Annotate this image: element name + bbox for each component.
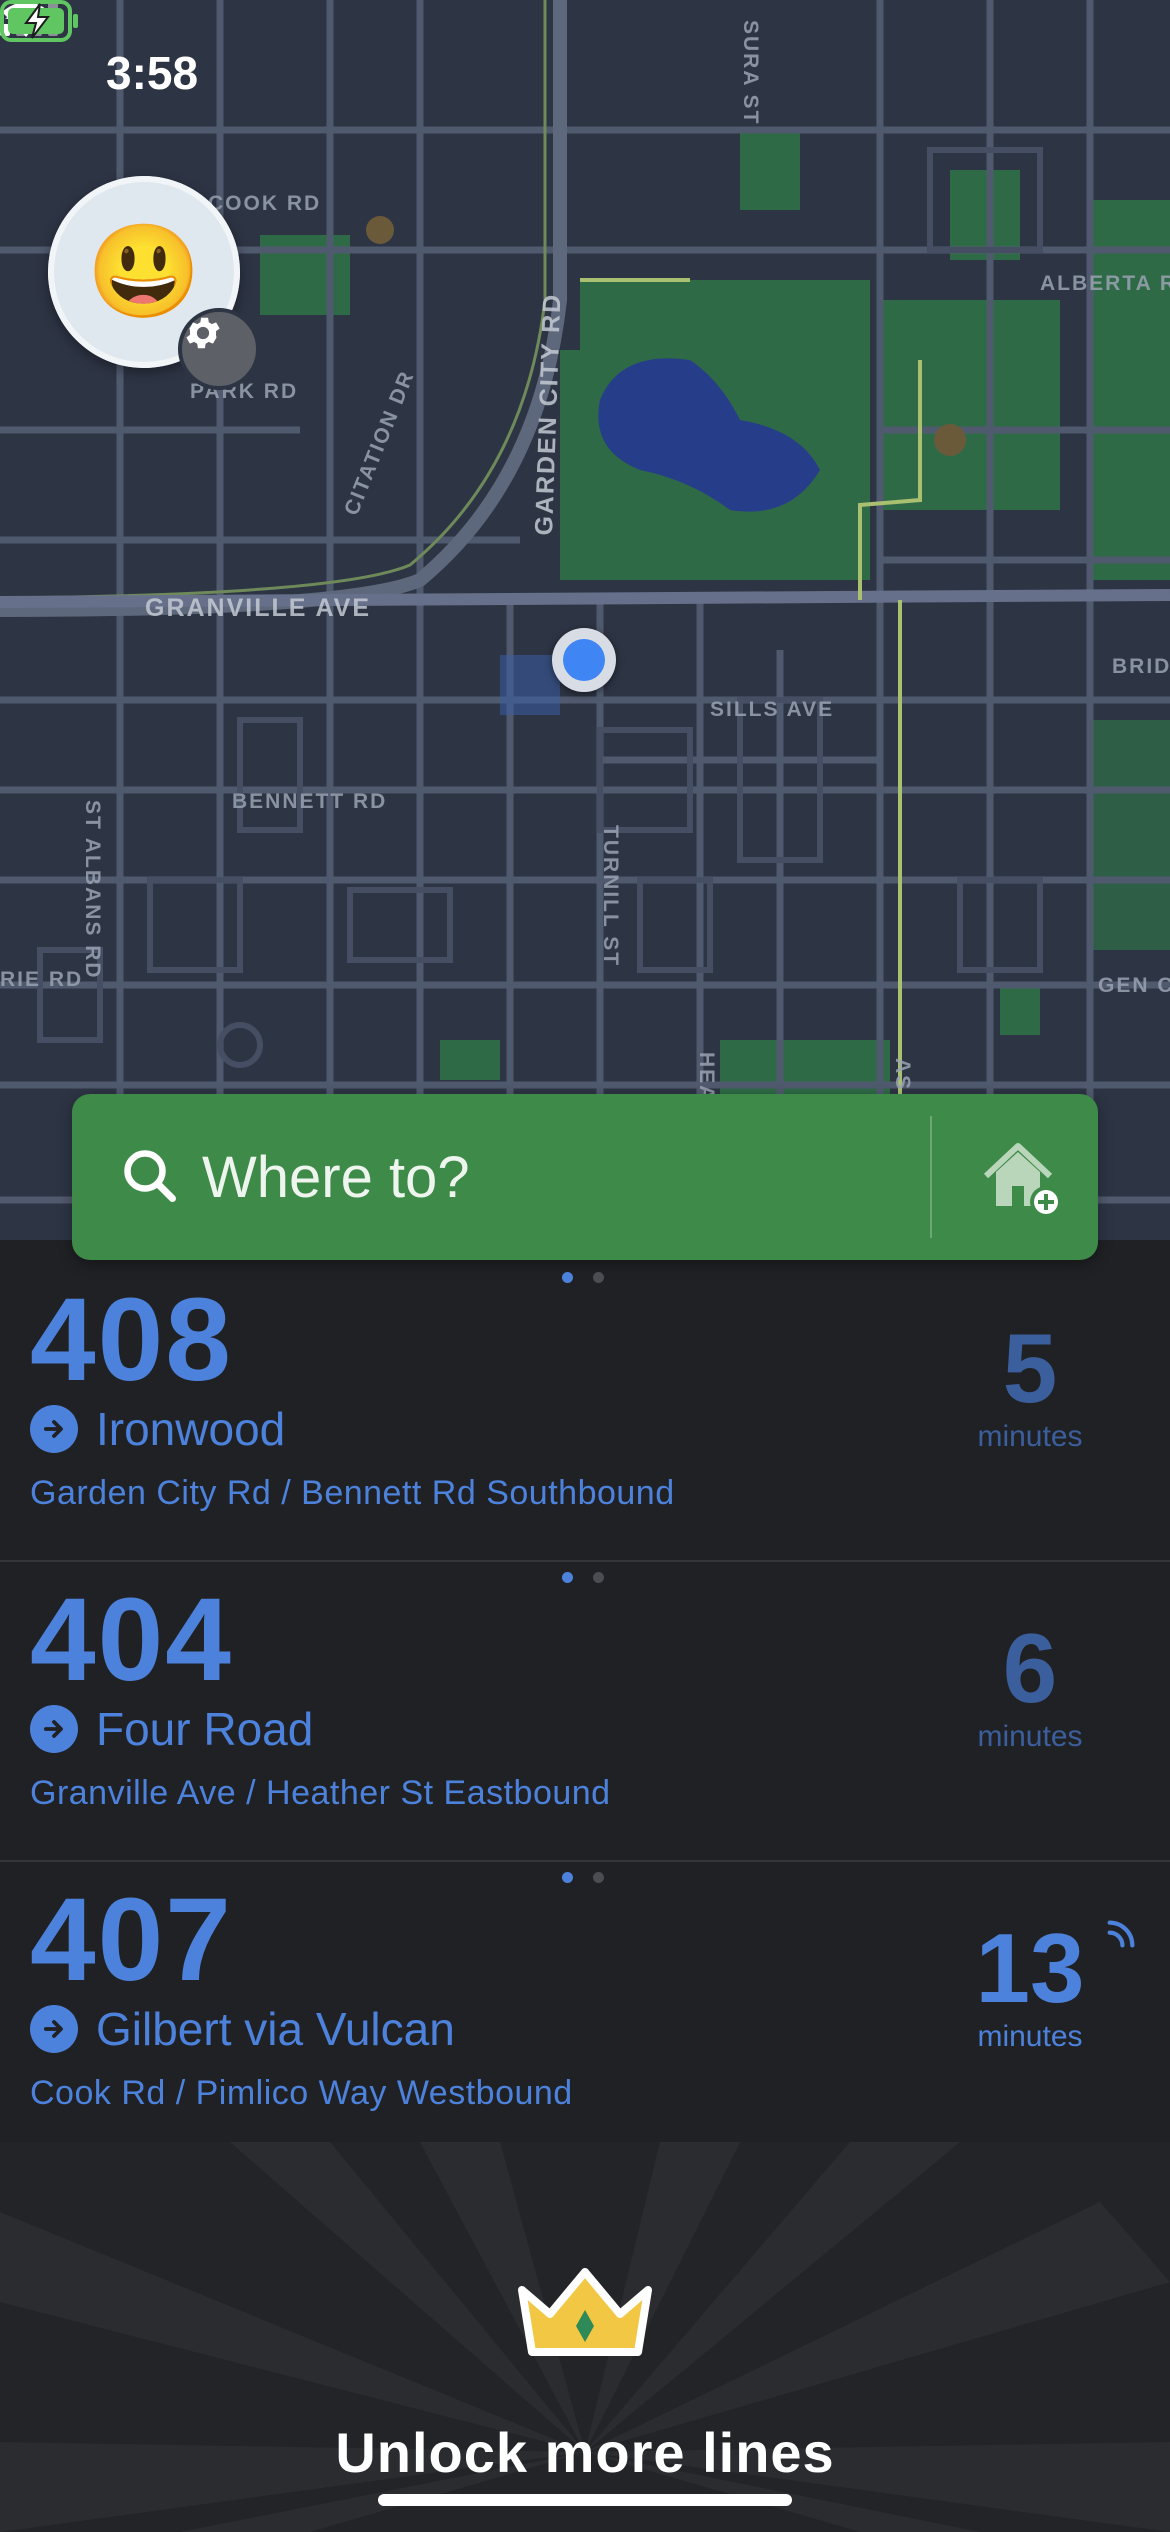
street-label: COOK RD — [208, 192, 322, 215]
arrow-right-icon — [30, 2005, 78, 2053]
search-bar[interactable]: Where to? — [72, 1094, 1098, 1260]
search-icon — [124, 1150, 176, 1202]
unlock-more-lines-banner[interactable]: Unlock more lines — [0, 2142, 1170, 2532]
eta-value: 6 — [1002, 1613, 1058, 1723]
search-divider — [930, 1116, 932, 1238]
street-label: TURNILL ST — [599, 825, 622, 968]
arrow-right-icon — [30, 1705, 78, 1753]
eta: 6 minutes — [950, 1617, 1110, 1754]
eta-label: minutes — [977, 1419, 1083, 1453]
unlock-label[interactable]: Unlock more lines — [0, 2420, 1170, 2485]
eta-label: minutes — [977, 2019, 1083, 2053]
street-label: GEN C — [1098, 974, 1170, 997]
street-label: GRANVILLE AVE — [145, 594, 372, 622]
eta: 13 minutes — [950, 1917, 1110, 2054]
battery-charging-icon — [0, 0, 78, 42]
page-indicator — [562, 1572, 604, 1583]
clock: 3:58 — [106, 47, 199, 99]
search-placeholder[interactable]: Where to? — [202, 1144, 470, 1211]
stop-name: Cook Rd / Pimlico Way Westbound — [30, 2074, 573, 2112]
page-indicator — [562, 1872, 604, 1883]
settings-button[interactable] — [178, 308, 260, 390]
home-add-icon[interactable] — [978, 1132, 1068, 1222]
eta-value: 13 — [975, 1913, 1085, 2023]
stop-name: Garden City Rd / Bennett Rd Southbound — [30, 1474, 675, 1512]
eta-value: 5 — [1002, 1313, 1058, 1423]
eta: 5 minutes — [950, 1317, 1110, 1454]
page-indicator — [562, 1272, 604, 1283]
departure-row[interactable]: 408 Ironwood Garden City Rd / Bennett Rd… — [0, 1262, 1170, 1562]
route-destination: Ironwood — [96, 1403, 286, 1455]
street-label: BENNETT RD — [232, 790, 388, 813]
gear-icon — [186, 317, 220, 349]
street-label: AS — [891, 1058, 914, 1092]
street-label: BRID — [1112, 655, 1170, 678]
departure-row[interactable]: 407 Gilbert via Vulcan Cook Rd / Pimlico… — [0, 1862, 1170, 2162]
realtime-icon — [1107, 1920, 1135, 1948]
arrow-right-icon — [30, 1405, 78, 1453]
route-number: 407 — [30, 1874, 233, 2006]
street-label: ST ALBANS RD — [81, 800, 104, 980]
stop-name: Granville Ave / Heather St Eastbound — [30, 1774, 611, 1812]
route-destination: Four Road — [96, 1703, 314, 1755]
status-bar: 3:58 — [0, 0, 1170, 150]
eta-label: minutes — [977, 1719, 1083, 1753]
departure-row[interactable]: 404 Four Road Granville Ave / Heather St… — [0, 1562, 1170, 1862]
home-indicator[interactable] — [378, 2494, 792, 2506]
street-label: ALBERTA R — [1040, 272, 1170, 295]
street-label: RIE RD — [0, 968, 84, 991]
route-number: 408 — [30, 1274, 233, 1406]
smiley-icon: 😃 — [86, 221, 202, 323]
route-destination: Gilbert via Vulcan — [96, 2003, 455, 2055]
route-number: 404 — [30, 1574, 233, 1706]
crown-icon — [518, 2268, 652, 2356]
current-location-marker — [552, 628, 616, 692]
map[interactable]: COOK RD ALBERTA R PARK RD CITATION DR GA… — [0, 0, 1170, 1240]
street-label: SILLS AVE — [710, 698, 835, 721]
